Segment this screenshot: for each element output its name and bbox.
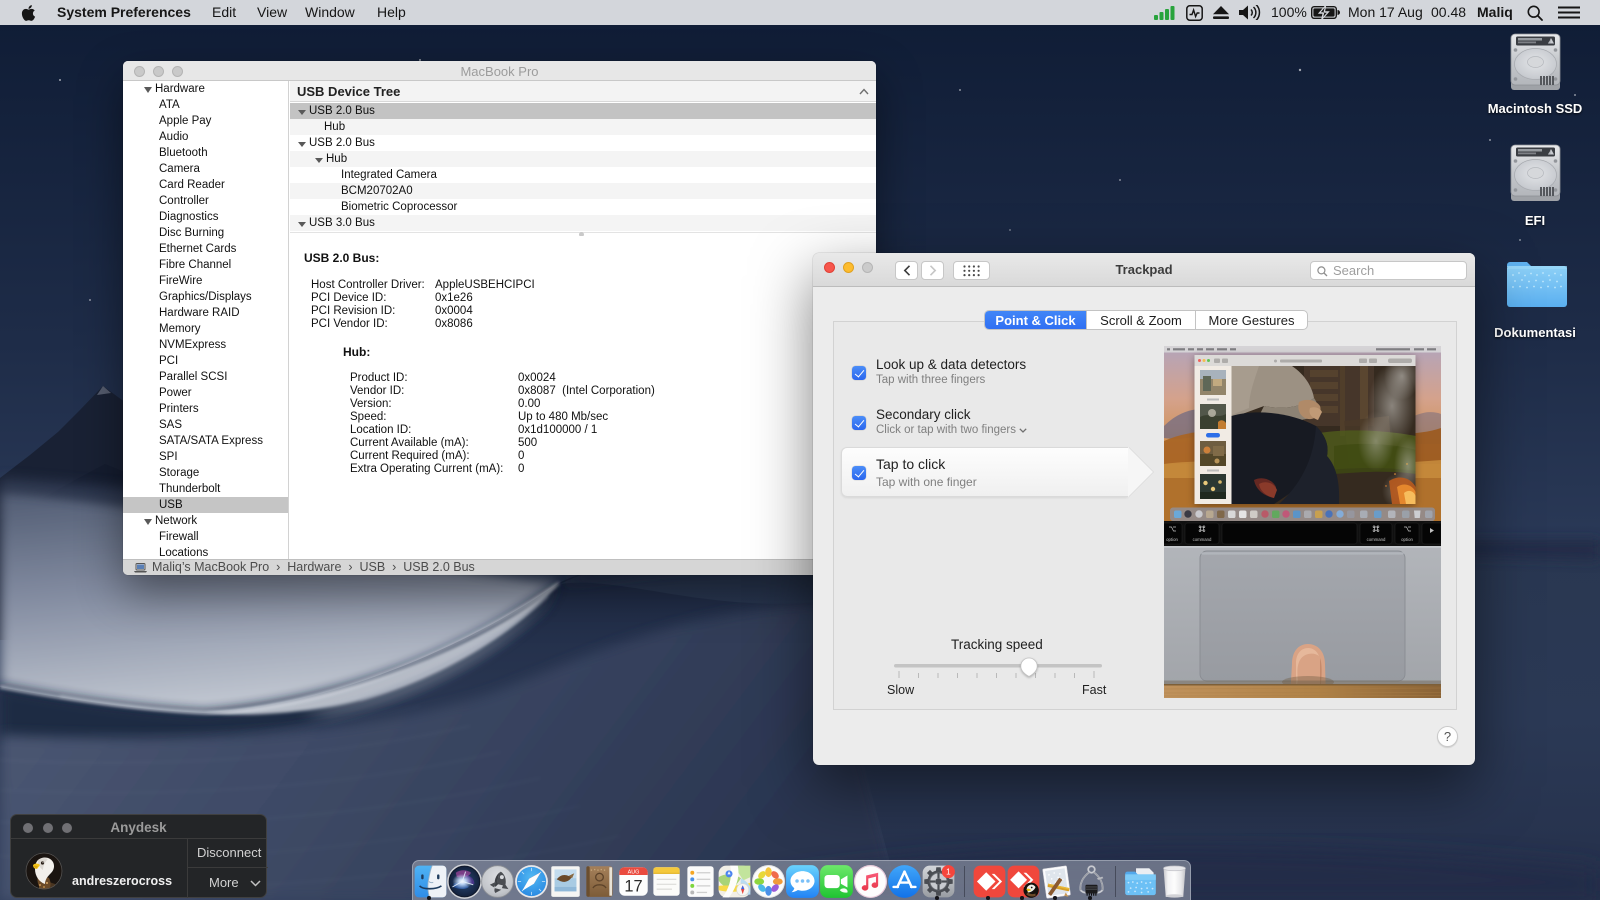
svg-text:option: option bbox=[1166, 537, 1178, 542]
svg-text:!: ! bbox=[1549, 39, 1550, 45]
svg-text:17: 17 bbox=[624, 877, 642, 895]
svg-text:command: command bbox=[1193, 537, 1212, 542]
svg-text:command: command bbox=[1367, 537, 1386, 542]
svg-text:AUG: AUG bbox=[628, 869, 640, 875]
svg-text:1: 1 bbox=[946, 867, 951, 876]
svg-text:option: option bbox=[1401, 537, 1413, 542]
